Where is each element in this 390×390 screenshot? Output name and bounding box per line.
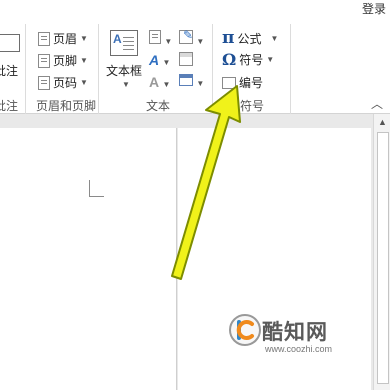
watermark-logo: 酷知网 www.coozhi.com — [228, 313, 332, 354]
watermark-brand: 酷知网 — [262, 321, 328, 344]
quick-parts-icon — [149, 30, 161, 44]
page-number-label: 页码 — [53, 76, 78, 90]
chevron-down-icon: ▼ — [162, 80, 171, 89]
header-icon — [38, 31, 50, 46]
chevron-down-icon: ▼ — [164, 37, 173, 46]
coozhi-logo-icon — [229, 314, 261, 346]
symbols-group-label: 符号 — [240, 99, 265, 113]
number-button[interactable]: 编号 — [222, 74, 263, 91]
header-label: 页眉 — [53, 32, 78, 46]
drop-cap-icon: A — [149, 74, 160, 90]
object-icon — [179, 74, 193, 86]
wordart-icon: A — [149, 52, 160, 68]
calendar-icon — [179, 52, 193, 66]
comment-button[interactable]: 批注 — [0, 34, 22, 84]
scroll-up-icon[interactable]: ▲ — [374, 114, 390, 130]
chevron-down-icon: ▼ — [122, 80, 130, 89]
chevron-down-icon: ▼ — [196, 79, 205, 88]
group-divider — [98, 24, 99, 114]
comment-icon — [0, 34, 20, 52]
number-icon — [222, 76, 236, 89]
symbol-label: 符号 — [239, 53, 264, 67]
comment-group-label: 批注 — [0, 99, 19, 113]
wordart-button[interactable]: A ▼ — [149, 52, 170, 68]
chevron-down-icon: ▼ — [266, 55, 275, 64]
date-time-button[interactable] — [179, 52, 193, 69]
footer-label: 页脚 — [53, 54, 78, 68]
object-button[interactable]: ▼ — [179, 74, 204, 89]
comment-button-label: 批注 — [0, 64, 19, 78]
omega-icon: Ω — [222, 50, 237, 69]
vertical-scrollbar[interactable]: ▲ — [373, 114, 390, 390]
chevron-down-icon: ▼ — [80, 34, 88, 43]
quick-parts-button[interactable]: ▼ — [149, 30, 172, 47]
page-number-button[interactable]: 页码 ▼ — [38, 74, 88, 91]
document-page[interactable] — [0, 128, 177, 390]
page-number-icon — [38, 75, 50, 90]
footer-button[interactable]: 页脚 ▼ — [38, 52, 88, 69]
pi-icon: π — [222, 28, 235, 48]
textbox-button[interactable]: A 文本框 ▼ — [104, 28, 144, 90]
collapse-ribbon-icon[interactable]: ︿ — [371, 95, 383, 112]
signature-line-button[interactable]: ✎ ▼ — [179, 28, 205, 47]
header-footer-group-label: 页眉和页脚 — [36, 99, 97, 113]
login-link[interactable]: 登录 — [362, 0, 386, 17]
scroll-thumb[interactable] — [377, 132, 389, 384]
symbol-button[interactable]: Ω 符号 ▼ — [222, 50, 274, 69]
footer-icon — [38, 53, 50, 68]
chevron-down-icon: ▼ — [270, 33, 279, 43]
number-label: 编号 — [239, 76, 264, 90]
header-button[interactable]: 页眉 ▼ — [38, 30, 88, 47]
chevron-down-icon: ▼ — [80, 78, 88, 87]
equation-label: 公式 — [237, 31, 262, 46]
signature-icon: ✎ — [179, 28, 193, 44]
group-divider — [25, 24, 26, 114]
textbox-icon: A — [110, 30, 138, 56]
watermark-url: www.coozhi.com — [265, 344, 333, 354]
group-divider — [290, 24, 291, 114]
group-divider — [212, 24, 213, 114]
equation-button[interactable]: π 公式 ▼ — [222, 28, 278, 48]
drop-cap-button[interactable]: A ▼ — [149, 74, 170, 90]
chevron-down-icon: ▼ — [80, 56, 88, 65]
textbox-label: 文本框 — [106, 64, 143, 78]
text-group-label: 文本 — [146, 99, 171, 113]
chevron-down-icon: ▼ — [162, 58, 171, 67]
ribbon: 登录 批注 批注 页眉 ▼ 页脚 ▼ 页码 ▼ 页眉和页脚 A 文本框 ▼ ▼ … — [0, 0, 390, 114]
margin-corner-mark — [89, 180, 104, 197]
chevron-down-icon: ▼ — [196, 37, 205, 46]
